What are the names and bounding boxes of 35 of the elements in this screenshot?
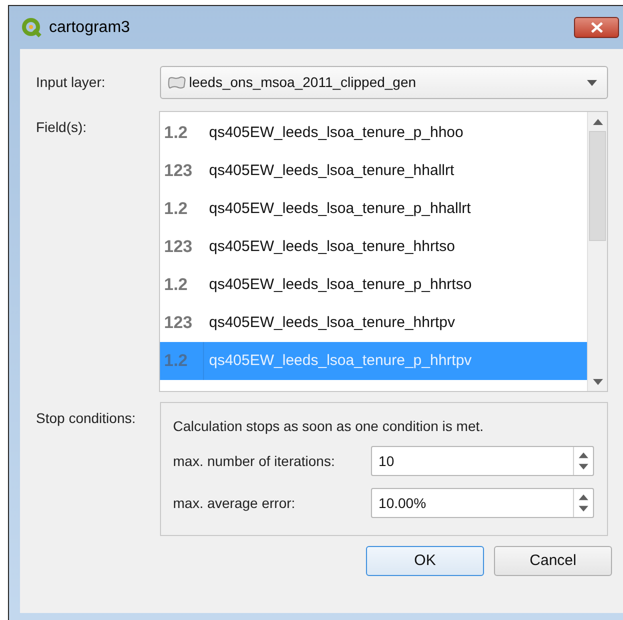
setting-label: max. number of iterations: — [173, 452, 336, 470]
setting-label: max. average error: — [173, 494, 296, 513]
close-icon — [590, 22, 602, 33]
field-list-item[interactable]: 1.2 qs405EW_leeds_lsoa_tenure_p_hhoo — [160, 114, 587, 152]
down-arrow-icon — [592, 378, 602, 384]
polygon-layer-icon — [167, 76, 187, 90]
type-label: 123 — [163, 160, 194, 182]
layer-name: leeds_ons_msoa_2011_clipped_gen — [189, 73, 418, 92]
scroll-thumb[interactable] — [589, 131, 606, 241]
field-label: Input layer: — [36, 73, 106, 92]
info-text: Calculation stops as soon as one condition is met. — [173, 417, 485, 436]
field-list-item[interactable]: 1.2 qs405EW_leeds_lsoa_tenure_p_hhrtso — [160, 266, 587, 304]
dialog-button[interactable]: Cancel — [494, 546, 612, 576]
type-label: 1.2 — [163, 198, 189, 220]
type-label: 1.2 — [163, 274, 189, 296]
dropdown-arrow-icon — [587, 80, 597, 86]
field-list-item[interactable]: 123 qs405EW_leeds_lsoa_tenure_hhrtso — [160, 228, 587, 266]
field-label: Field(s): — [36, 118, 88, 137]
field-list-item[interactable]: 1.2 qs405EW_leeds_lsoa_tenure_p_hhallrt — [160, 190, 587, 228]
type-label: 1.2 — [160, 342, 204, 380]
spin-box[interactable]: 10 — [370, 446, 594, 476]
type-label: 1.2 — [163, 122, 189, 144]
field-label: Stop conditions: — [36, 409, 137, 428]
up-arrow-icon — [592, 118, 602, 124]
app-logo-icon — [21, 16, 43, 38]
scrollbar[interactable] — [587, 112, 607, 391]
field-list-item[interactable]: 123 qs405EW_leeds_lsoa_tenure_hhrtpv — [160, 304, 587, 342]
spin-box[interactable]: 10.00% — [370, 488, 594, 518]
type-label: 123 — [163, 312, 194, 334]
field-list-item[interactable]: 123 qs405EW_leeds_lsoa_tenure_hhallrt — [160, 152, 587, 190]
dialog-button[interactable]: OK — [366, 546, 484, 576]
type-label: 123 — [163, 236, 194, 258]
close-button[interactable] — [574, 17, 619, 38]
layer-dropdown[interactable]: leeds_ons_msoa_2011_clipped_gen — [160, 66, 608, 99]
window-title: cartogram3 — [49, 18, 130, 38]
